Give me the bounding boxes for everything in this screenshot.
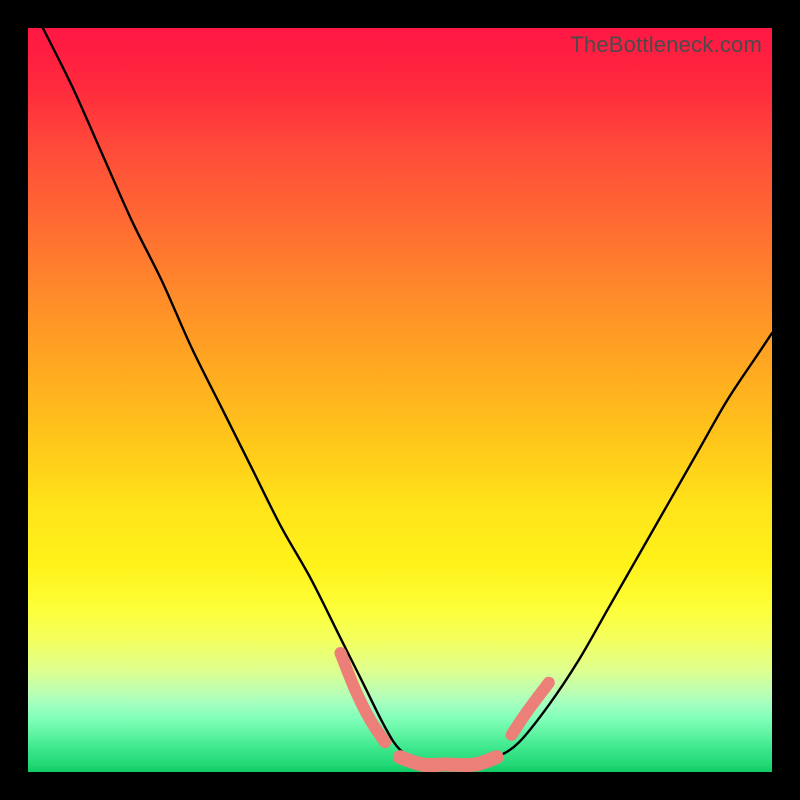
highlight-right-lip [512,683,549,735]
chart-svg [28,28,772,772]
bottleneck-curve [43,28,772,766]
chart-frame: TheBottleneck.com [0,0,800,800]
highlight-valley [400,757,497,765]
chart-plot-area: TheBottleneck.com [28,28,772,772]
highlight-left-lip [340,653,385,742]
